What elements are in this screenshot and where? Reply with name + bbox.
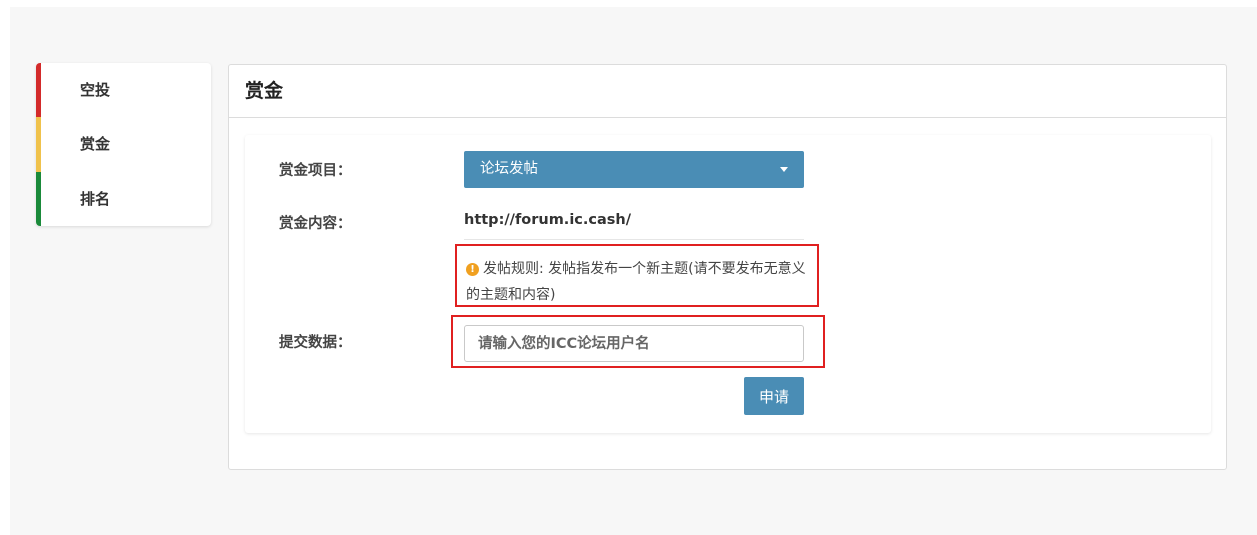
sidebar-item-bounty[interactable]: 赏金	[36, 117, 211, 172]
info-icon: !	[466, 263, 479, 276]
sidebar-item-ranking[interactable]: 排名	[36, 171, 211, 226]
panel-title: 赏金	[229, 65, 1226, 118]
bounty-panel: 赏金 赏金项目： 论坛发帖 赏金内容： http://forum.ic.cash…	[228, 64, 1227, 470]
username-input[interactable]	[464, 325, 804, 362]
posting-rule-text: 发帖规则: 发帖指发布一个新主题(请不要发布无意义的主题和内容)	[466, 261, 806, 303]
sidebar-item-airdrop[interactable]: 空投	[36, 63, 211, 118]
sidebar-accent-yellow	[36, 117, 41, 172]
content-value: http://forum.ic.cash/	[464, 212, 632, 228]
project-select[interactable]: 论坛发帖	[464, 151, 804, 188]
chevron-down-icon	[780, 167, 788, 172]
content-label: 赏金内容：	[279, 216, 352, 232]
posting-rule-notice: ! 发帖规则: 发帖指发布一个新主题(请不要发布无意义的主题和内容)	[455, 244, 819, 307]
sidebar-accent-red	[36, 63, 41, 118]
project-select-value: 论坛发帖	[480, 161, 538, 177]
project-label: 赏金项目：	[279, 163, 352, 179]
sidebar-item-label: 空投	[80, 81, 111, 99]
sidebar-item-label: 赏金	[80, 135, 111, 154]
sidebar-accent-green	[36, 171, 41, 226]
content-divider	[464, 239, 804, 240]
sidebar-item-label: 排名	[80, 189, 111, 208]
submit-data-label: 提交数据：	[279, 335, 352, 351]
apply-button[interactable]: 申请	[744, 377, 804, 415]
sidebar: 空投 赏金 排名	[36, 63, 211, 226]
